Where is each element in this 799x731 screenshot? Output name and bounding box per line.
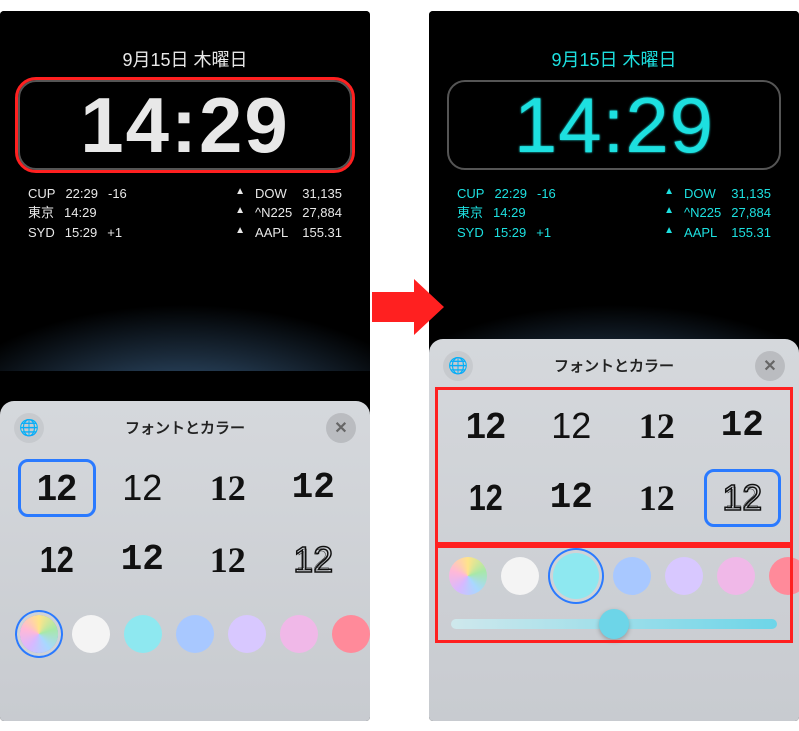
close-icon[interactable]: ✕	[326, 413, 356, 443]
phone-left: 9月15日 木曜日 14:29 CUP22:29-16 東京14:29 SYD1…	[0, 11, 370, 721]
color-swatch-red[interactable]	[332, 615, 370, 653]
globe-icon[interactable]: 🌐	[14, 413, 44, 443]
font-option-6[interactable]: 12	[533, 469, 611, 527]
color-swatch-cyan[interactable]	[553, 553, 599, 599]
stocks-right-col: ▲DOW31,135 ▲^N22527,884 ▲AAPL155.31	[664, 184, 771, 243]
color-swatch-pink[interactable]	[717, 557, 755, 595]
clock-time: 14:29	[20, 86, 350, 164]
color-swatch-red[interactable]	[769, 557, 799, 595]
font-option-4[interactable]: 12	[275, 459, 353, 517]
panel-title: フォントとカラー	[125, 417, 245, 438]
font-option-8[interactable]: 12	[275, 531, 353, 589]
color-swatch-white[interactable]	[501, 557, 539, 595]
globe-icon[interactable]: 🌐	[443, 351, 473, 381]
stocks-left-col: CUP22:29-16 東京14:29 SYD15:29+1	[457, 184, 556, 243]
color-swatch-pink[interactable]	[280, 615, 318, 653]
color-row	[0, 607, 370, 671]
clock-widget[interactable]: 14:29	[447, 80, 781, 170]
clock-time: 14:29	[449, 86, 779, 164]
font-option-3[interactable]: 12	[618, 397, 696, 455]
font-option-2[interactable]: 12	[533, 397, 611, 455]
color-swatch-white[interactable]	[72, 615, 110, 653]
color-swatch-multi[interactable]	[20, 615, 58, 653]
font-option-3[interactable]: 12	[189, 459, 267, 517]
color-swatch-cyan[interactable]	[124, 615, 162, 653]
color-swatch-purple[interactable]	[665, 557, 703, 595]
lockscreen-area: 9月15日 木曜日 14:29 CUP22:29-16 東京14:29 SYD1…	[0, 11, 370, 371]
font-option-1[interactable]: 12	[18, 459, 96, 517]
color-swatch-purple[interactable]	[228, 615, 266, 653]
date-label: 9月15日 木曜日	[429, 11, 799, 72]
phone-right: 9月15日 木曜日 14:29 CUP22:29-16 東京14:29 SYD1…	[429, 11, 799, 721]
slider-thumb[interactable]	[599, 609, 629, 639]
color-swatch-blue[interactable]	[613, 557, 651, 595]
lockscreen-area: 9月15日 木曜日 14:29 CUP22:29-16 東京14:29 SYD1…	[429, 11, 799, 371]
font-option-2[interactable]: 12	[104, 459, 182, 517]
font-option-8[interactable]: 12	[704, 469, 782, 527]
font-option-4[interactable]: 12	[704, 397, 782, 455]
stocks-widget[interactable]: CUP22:29-16 東京14:29 SYD15:29+1 ▲DOW31,13…	[429, 170, 799, 243]
color-row	[429, 545, 799, 609]
font-option-5[interactable]: 12	[453, 469, 519, 527]
font-option-1[interactable]: 12	[447, 397, 525, 455]
panel-title: フォントとカラー	[554, 355, 674, 376]
stocks-left-col: CUP22:29-16 東京14:29 SYD15:29+1	[28, 184, 127, 243]
font-option-5[interactable]: 12	[24, 531, 90, 589]
color-swatch-blue[interactable]	[176, 615, 214, 653]
close-icon[interactable]: ✕	[755, 351, 785, 381]
date-label: 9月15日 木曜日	[0, 11, 370, 72]
font-option-6[interactable]: 12	[104, 531, 182, 589]
stocks-widget[interactable]: CUP22:29-16 東京14:29 SYD15:29+1 ▲DOW31,13…	[0, 170, 370, 243]
font-option-7[interactable]: 12	[618, 469, 696, 527]
font-grid: 12 12 12 12 12 12 12 12	[429, 389, 799, 545]
color-slider[interactable]	[429, 609, 799, 649]
stocks-right-col: ▲DOW31,135 ▲^N22527,884 ▲AAPL155.31	[235, 184, 342, 243]
font-grid: 12 12 12 12 12 12 12 12	[0, 451, 370, 607]
font-option-7[interactable]: 12	[189, 531, 267, 589]
font-color-panel: 🌐 フォントとカラー ✕ 12 12 12 12 12 12 12 12	[429, 339, 799, 721]
clock-widget[interactable]: 14:29	[18, 80, 352, 170]
color-swatch-multi[interactable]	[449, 557, 487, 595]
font-color-panel: 🌐 フォントとカラー ✕ 12 12 12 12 12 12 12 12	[0, 401, 370, 721]
